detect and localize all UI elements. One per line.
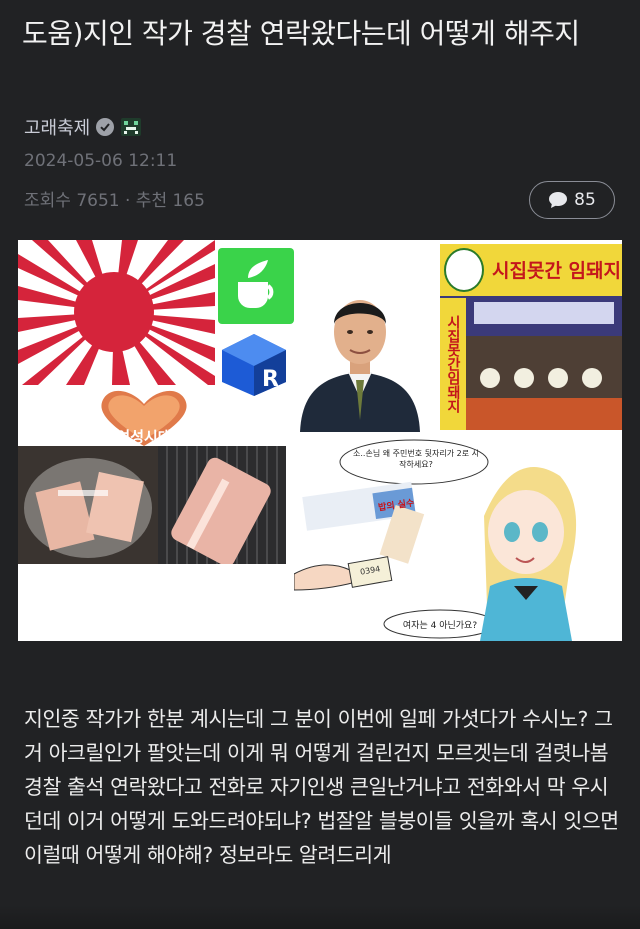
restaurant-sign-text: 시집못간 임돼지 (492, 260, 621, 282)
author-row: 고래축제 (24, 114, 142, 140)
man-in-suit-portrait (296, 280, 424, 432)
bottom-edge (0, 905, 640, 929)
post-image[interactable]: R 여성시대 시집못간 임돼지 시집못간임돼지 소..손님 왜 주민번호 뒷자리… (18, 240, 622, 641)
grill-meat-photo (18, 446, 158, 564)
rising-sun-flag-image (18, 240, 215, 385)
blue-cube-app-icon: R (222, 334, 286, 396)
restaurant-sign-photo: 시집못간 임돼지 시집못간임돼지 (440, 244, 622, 430)
verified-badge-icon (96, 118, 115, 136)
speech-bubble-top: 소..손님 왜 주민번호 뒷자리가 2로 시작하세요? (353, 449, 479, 469)
speech-bubble-bottom: 여자는 4 아닌가요? (402, 621, 478, 631)
comment-count: 85 (574, 190, 596, 210)
author-name[interactable]: 고래축제 (24, 114, 90, 140)
anime-comic-panel: 소..손님 왜 주민번호 뒷자리가 2로 시작하세요? 여자는 4 아닌가요? … (294, 436, 622, 641)
comment-bubble-icon (549, 192, 568, 208)
post-stats: 조회수 7651 · 추천 165 (24, 191, 205, 211)
svg-text:R: R (262, 367, 279, 392)
raw-meat-photo (158, 446, 286, 564)
post-title: 도움)지인 작가 경찰 연락왔다는데 어떻게 해주지 (22, 17, 580, 50)
comment-count-button[interactable]: 85 (529, 181, 615, 219)
restaurant-vertical-sign: 시집못간임돼지 (440, 298, 466, 430)
game-badge-icon (121, 118, 142, 136)
heart-logo-text: 여성시대 (116, 428, 172, 446)
post-body: 지인중 작가가 한분 계시는데 그 분이 이번에 일페 가셧다가 수시노? 그거… (24, 707, 619, 867)
green-cup-app-icon (218, 248, 294, 324)
post-date: 2024-05-06 12:11 (24, 151, 178, 171)
